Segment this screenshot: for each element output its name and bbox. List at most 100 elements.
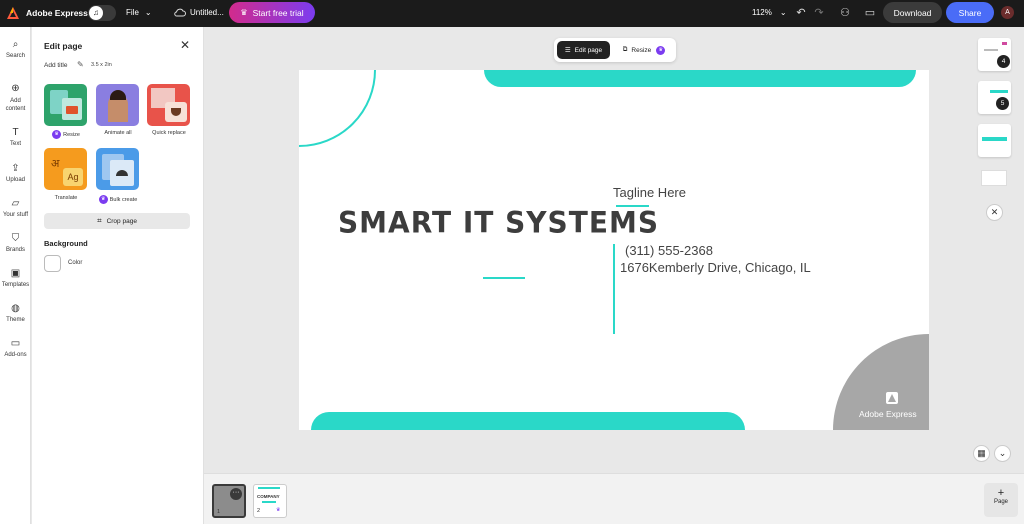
- page-thumbnail-1[interactable]: ··· 1: [212, 484, 246, 518]
- start-free-trial-button[interactable]: ♛ Start free trial: [229, 2, 315, 23]
- rail-item-brands[interactable]: ⛉ Brands: [0, 233, 31, 253]
- layer-thumbnail[interactable]: 5: [978, 81, 1011, 114]
- close-icon[interactable]: ✕: [986, 204, 1003, 221]
- top-bar-shape: [484, 70, 916, 87]
- rail-item-theme[interactable]: ◍ Theme: [0, 303, 31, 323]
- canvas-page[interactable]: SMART IT SYSTEMS Tagline Here (311) 555-…: [299, 70, 929, 430]
- crown-icon: ♛: [240, 8, 248, 17]
- page-thumbnail-2[interactable]: COMPANY 2 ♛: [253, 484, 287, 518]
- crop-label: Crop page: [106, 217, 137, 225]
- translate-tile[interactable]: अ Ag: [44, 148, 87, 190]
- add-title-link[interactable]: Add title: [44, 62, 68, 69]
- layer-thumbnail[interactable]: [978, 124, 1011, 157]
- avatar-initial: A: [1005, 9, 1010, 16]
- tool-label: Resize: [63, 131, 80, 138]
- background-color-swatch[interactable]: [44, 255, 61, 272]
- rail-item-text[interactable]: T Text: [0, 127, 31, 147]
- add-page-button[interactable]: + Page: [984, 483, 1018, 517]
- color-label: Color: [68, 260, 83, 266]
- rail-item-search[interactable]: ⌕ Search: [0, 39, 31, 59]
- adobe-express-logo[interactable]: [6, 6, 20, 20]
- thumbnail-image: [984, 49, 998, 51]
- comment-icon[interactable]: ▭: [863, 6, 877, 20]
- more-options-icon[interactable]: ···: [230, 488, 242, 500]
- plus-circle-icon: ⊕: [11, 83, 20, 94]
- app-name: Adobe Express: [26, 8, 88, 18]
- edit-page-panel: Edit page ✕ Add title ✎ 3.5 x 2in ♛ Resiz…: [32, 27, 204, 524]
- crop-icon: ⌗: [97, 216, 102, 225]
- rail-label: Upload: [5, 177, 25, 183]
- rail-item-add-ons[interactable]: ▭ Add-ons: [0, 338, 31, 358]
- add-page-label: Page: [993, 499, 1008, 505]
- page-dimensions: 3.5 x 2in: [91, 62, 112, 68]
- pencil-icon[interactable]: ✎: [77, 60, 84, 69]
- quick-replace-tile[interactable]: [147, 84, 190, 126]
- download-button[interactable]: Download: [883, 2, 942, 23]
- page-toolbar: ☰ Edit page ⧉ Resize ♛: [554, 38, 676, 62]
- edit-page-label: Edit page: [574, 46, 603, 54]
- layer-thumbnail[interactable]: 4: [978, 38, 1011, 71]
- avatar[interactable]: A: [1001, 6, 1014, 19]
- panel-title: Edit page: [44, 41, 83, 51]
- top-bar: Adobe Express ♫ File ⌄ Untitled... ♛ Start…: [0, 0, 1024, 27]
- crown-icon: ♛: [98, 195, 108, 204]
- thumbnail-image: [66, 106, 78, 114]
- trial-label: Start free trial: [252, 7, 304, 18]
- translate-glyph-icon: Ag: [63, 168, 83, 186]
- zoom-menu[interactable]: 112% ⌄: [752, 8, 787, 17]
- templates-icon: ▣: [10, 268, 21, 279]
- page-number: 2: [257, 508, 261, 514]
- thumbnail-image: [1002, 42, 1007, 45]
- left-rail: ⌕ Search ⊕ Add content T Text ⇪ Upload ▱ Your…: [0, 27, 31, 524]
- thumbnail-image: [110, 90, 126, 100]
- chevron-down-icon[interactable]: ⌄: [994, 445, 1011, 462]
- translate-label: Translate: [54, 195, 78, 201]
- brand-icon: ⛉: [11, 233, 20, 244]
- design-phone[interactable]: (311) 555-2368: [625, 243, 713, 258]
- design-title[interactable]: SMART IT SYSTEMS: [338, 205, 659, 240]
- document-title[interactable]: Untitled...: [190, 8, 224, 17]
- crop-page-button[interactable]: ⌗ Crop page: [44, 213, 190, 229]
- grid-view-icon[interactable]: ▦: [973, 445, 990, 462]
- redo-icon[interactable]: ↷: [812, 6, 826, 20]
- bulk-create-tile[interactable]: [96, 148, 139, 190]
- thumbnail-image: [982, 137, 1007, 141]
- rail-item-add-content[interactable]: ⊕ Add content: [0, 83, 31, 113]
- search-icon: ⌕: [12, 39, 19, 50]
- rail-label: Text: [9, 141, 21, 147]
- close-icon[interactable]: ✕: [180, 38, 190, 52]
- file-menu[interactable]: File ⌄: [126, 8, 152, 17]
- upload-icon: ⇪: [11, 163, 20, 174]
- undo-icon[interactable]: ↶: [794, 6, 808, 20]
- addons-icon: ▭: [10, 338, 21, 349]
- folder-icon: ▱: [11, 198, 20, 209]
- resize-tile[interactable]: [44, 84, 87, 126]
- design-tagline[interactable]: Tagline Here: [613, 185, 686, 200]
- animate-all-tile[interactable]: [96, 84, 139, 126]
- collaborate-icon[interactable]: ⚇: [838, 6, 852, 20]
- watermark-label: Adobe Express: [859, 409, 917, 419]
- rail-label: Add-ons: [4, 352, 27, 358]
- rail-item-upload[interactable]: ⇪ Upload: [0, 163, 31, 183]
- design-shapes: [299, 70, 929, 430]
- bottom-bar-shape: [311, 412, 745, 430]
- rail-label: Add content: [5, 98, 26, 112]
- rail-item-templates[interactable]: ▣ Templates: [0, 268, 31, 288]
- mode-toggle[interactable]: ♫: [88, 5, 116, 21]
- resize-icon: ⧉: [622, 46, 628, 53]
- thumbnail-image: [258, 487, 280, 489]
- crown-icon: ♛: [52, 130, 62, 139]
- edit-page-button[interactable]: ☰ Edit page: [557, 41, 610, 59]
- file-menu-label: File: [126, 8, 139, 17]
- plus-icon: +: [997, 487, 1005, 499]
- chevron-down-icon: ⌄: [779, 8, 787, 17]
- design-address[interactable]: 1676Kemberly Drive, Chicago, IL: [620, 260, 811, 275]
- rail-label: Brands: [5, 247, 25, 253]
- resize-button[interactable]: ⧉ Resize ♛: [618, 41, 672, 59]
- quick-replace-label: Quick replace: [152, 130, 186, 136]
- layer-count-badge: 5: [996, 97, 1009, 110]
- zoom-level: 112%: [752, 8, 772, 17]
- rail-item-your-stuff[interactable]: ▱ Your stuff: [0, 198, 31, 218]
- share-button[interactable]: Share: [946, 2, 994, 23]
- layer-thumbnail[interactable]: [978, 162, 1011, 195]
